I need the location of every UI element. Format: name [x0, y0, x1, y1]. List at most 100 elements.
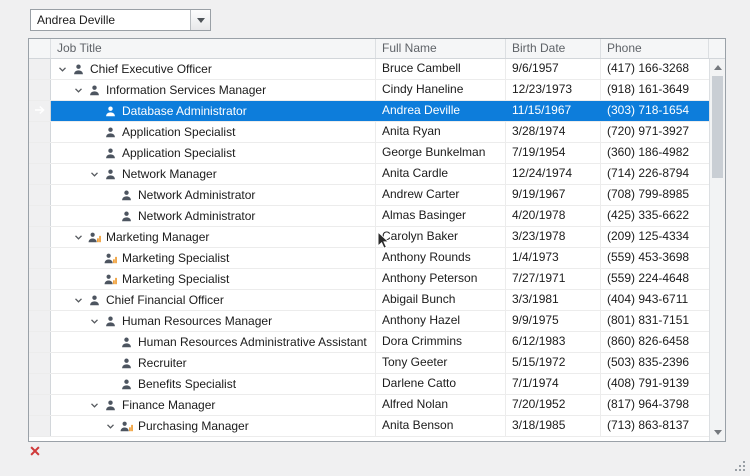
scroll-down-button[interactable] — [710, 425, 725, 440]
cell-phone[interactable]: (860) 826-6458 — [601, 332, 709, 352]
combobox-value[interactable]: Andrea Deville — [31, 10, 190, 30]
cell-phone[interactable]: (918) 161-3649 — [601, 80, 709, 100]
cell-phone[interactable]: (417) 166-3268 — [601, 59, 709, 79]
cell-phone[interactable]: (209) 125-4334 — [601, 227, 709, 247]
cell-phone[interactable]: (360) 186-4982 — [601, 143, 709, 163]
cell-job-title[interactable]: Network Administrator — [51, 206, 376, 226]
cell-birth-date[interactable]: 12/23/1973 — [506, 80, 601, 100]
tree-row[interactable]: Human Resources Manager Anthony Hazel 9/9/… — [29, 311, 709, 332]
resize-grip-icon[interactable] — [735, 461, 746, 472]
tree-row[interactable]: Chief Financial Officer Abigail Bunch 3/3/… — [29, 290, 709, 311]
cell-birth-date[interactable]: 12/24/1974 — [506, 164, 601, 184]
tree-row[interactable]: Finance Manager Alfred Nolan 7/20/1952 (817… — [29, 395, 709, 416]
cell-job-title[interactable]: Chief Executive Officer — [51, 59, 376, 79]
column-header-job-title[interactable]: Job Title — [51, 39, 376, 58]
cell-job-title[interactable]: Human Resources Manager — [51, 311, 376, 331]
cell-full-name[interactable]: Tony Geeter — [376, 353, 506, 373]
cell-job-title[interactable]: Information Services Manager — [51, 80, 376, 100]
cell-full-name[interactable]: Alfred Nolan — [376, 395, 506, 415]
cell-full-name[interactable]: George Bunkelman — [376, 143, 506, 163]
tree-row[interactable]: Marketing Manager Carolyn Baker 3/23/1978(… — [29, 227, 709, 248]
tree-row[interactable]: Application Specialist Anita Ryan 3/28/197… — [29, 122, 709, 143]
cell-phone[interactable]: (303) 718-1654 — [601, 101, 709, 121]
cell-birth-date[interactable]: 1/4/1973 — [506, 248, 601, 268]
tree-row[interactable]: Network Administrator Almas Basinger 4/20/… — [29, 206, 709, 227]
cell-birth-date[interactable]: 7/27/1971 — [506, 269, 601, 289]
cell-birth-date[interactable]: 9/19/1967 — [506, 185, 601, 205]
column-header-full-name[interactable]: Full Name — [376, 39, 506, 58]
vertical-scrollbar[interactable] — [709, 59, 725, 441]
cell-birth-date[interactable]: 3/18/1985 — [506, 416, 601, 436]
expand-collapse-button[interactable] — [103, 422, 118, 431]
cell-job-title[interactable]: Application Specialist — [51, 122, 376, 142]
cell-job-title[interactable]: Human Resources Administrative Assistant — [51, 332, 376, 352]
cell-birth-date[interactable]: 7/19/1954 — [506, 143, 601, 163]
cell-phone[interactable]: (708) 799-8985 — [601, 185, 709, 205]
tree-row[interactable]: Application Specialist George Bunkelman 7/… — [29, 143, 709, 164]
cell-full-name[interactable]: Almas Basinger — [376, 206, 506, 226]
cell-birth-date[interactable]: 3/23/1978 — [506, 227, 601, 247]
tree-row[interactable]: Information Services Manager Cindy Haneli… — [29, 80, 709, 101]
cell-phone[interactable]: (404) 943-6711 — [601, 290, 709, 310]
cell-full-name[interactable]: Anita Benson — [376, 416, 506, 436]
column-header-birth-date[interactable]: Birth Date — [506, 39, 601, 58]
cell-birth-date[interactable]: 6/12/1983 — [506, 332, 601, 352]
combobox-dropdown-button[interactable] — [190, 10, 210, 30]
cell-job-title[interactable]: Marketing Specialist — [51, 269, 376, 289]
employee-combobox[interactable]: Andrea Deville — [30, 9, 211, 31]
cell-birth-date[interactable]: 3/3/1981 — [506, 290, 601, 310]
cell-full-name[interactable]: Andrew Carter — [376, 185, 506, 205]
cell-job-title[interactable]: Purchasing Manager — [51, 416, 376, 436]
cell-birth-date[interactable]: 9/9/1975 — [506, 311, 601, 331]
tree-row[interactable]: Purchasing Manager Anita Benson 3/18/1985(… — [29, 416, 709, 437]
cell-full-name[interactable]: Anthony Hazel — [376, 311, 506, 331]
expand-collapse-button[interactable] — [71, 233, 86, 242]
cell-birth-date[interactable]: 5/15/1972 — [506, 353, 601, 373]
tree-row[interactable]: Benefits Specialist Darlene Catto 7/1/1974… — [29, 374, 709, 395]
scroll-up-button[interactable] — [710, 60, 725, 75]
cell-full-name[interactable]: Anita Ryan — [376, 122, 506, 142]
cell-full-name[interactable]: Darlene Catto — [376, 374, 506, 394]
cell-job-title[interactable]: Marketing Specialist — [51, 248, 376, 268]
cell-full-name[interactable]: Anthony Rounds — [376, 248, 506, 268]
cell-phone[interactable]: (713) 863-8137 — [601, 416, 709, 436]
cell-full-name[interactable]: Andrea Deville — [376, 101, 506, 121]
cell-birth-date[interactable]: 7/20/1952 — [506, 395, 601, 415]
cell-full-name[interactable]: Bruce Cambell — [376, 59, 506, 79]
expand-collapse-button[interactable] — [87, 317, 102, 326]
cell-phone[interactable]: (720) 971-3927 — [601, 122, 709, 142]
scrollbar-thumb[interactable] — [712, 76, 723, 178]
cell-birth-date[interactable]: 11/15/1967 — [506, 101, 601, 121]
cell-full-name[interactable]: Anthony Peterson — [376, 269, 506, 289]
cell-full-name[interactable]: Abigail Bunch — [376, 290, 506, 310]
expand-collapse-button[interactable] — [71, 86, 86, 95]
cell-birth-date[interactable]: 3/28/1974 — [506, 122, 601, 142]
cell-job-title[interactable]: Application Specialist — [51, 143, 376, 163]
cell-full-name[interactable]: Cindy Haneline — [376, 80, 506, 100]
cell-job-title[interactable]: Recruiter — [51, 353, 376, 373]
cell-job-title[interactable]: Network Manager — [51, 164, 376, 184]
cell-phone[interactable]: (559) 453-3698 — [601, 248, 709, 268]
cell-phone[interactable]: (714) 226-8794 — [601, 164, 709, 184]
cell-phone[interactable]: (503) 835-2396 — [601, 353, 709, 373]
expand-collapse-button[interactable] — [87, 401, 102, 410]
cell-job-title[interactable]: Finance Manager — [51, 395, 376, 415]
cell-phone[interactable]: (559) 224-4648 — [601, 269, 709, 289]
cell-job-title[interactable]: Database Administrator — [51, 101, 376, 121]
expand-collapse-button[interactable] — [55, 65, 70, 74]
expand-collapse-button[interactable] — [87, 170, 102, 179]
cell-full-name[interactable]: Anita Cardle — [376, 164, 506, 184]
tree-row[interactable]: Network Manager Anita Cardle 12/24/1974 (71… — [29, 164, 709, 185]
cell-job-title[interactable]: Network Administrator — [51, 185, 376, 205]
cell-job-title[interactable]: Chief Financial Officer — [51, 290, 376, 310]
cell-phone[interactable]: (801) 831-7151 — [601, 311, 709, 331]
tree-row[interactable]: Database Administrator Andrea Deville 11/1… — [29, 101, 709, 122]
tree-row[interactable]: Chief Executive Officer Bruce Cambell 9/6/… — [29, 59, 709, 80]
column-header-phone[interactable]: Phone — [601, 39, 709, 58]
cell-phone[interactable]: (425) 335-6622 — [601, 206, 709, 226]
cell-phone[interactable]: (408) 791-9139 — [601, 374, 709, 394]
tree-row[interactable]: Recruiter Tony Geeter 5/15/1972 (503) 835-2… — [29, 353, 709, 374]
tree-row[interactable]: Human Resources Administrative Assistant… — [29, 332, 709, 353]
cell-birth-date[interactable]: 4/20/1978 — [506, 206, 601, 226]
cell-job-title[interactable]: Benefits Specialist — [51, 374, 376, 394]
